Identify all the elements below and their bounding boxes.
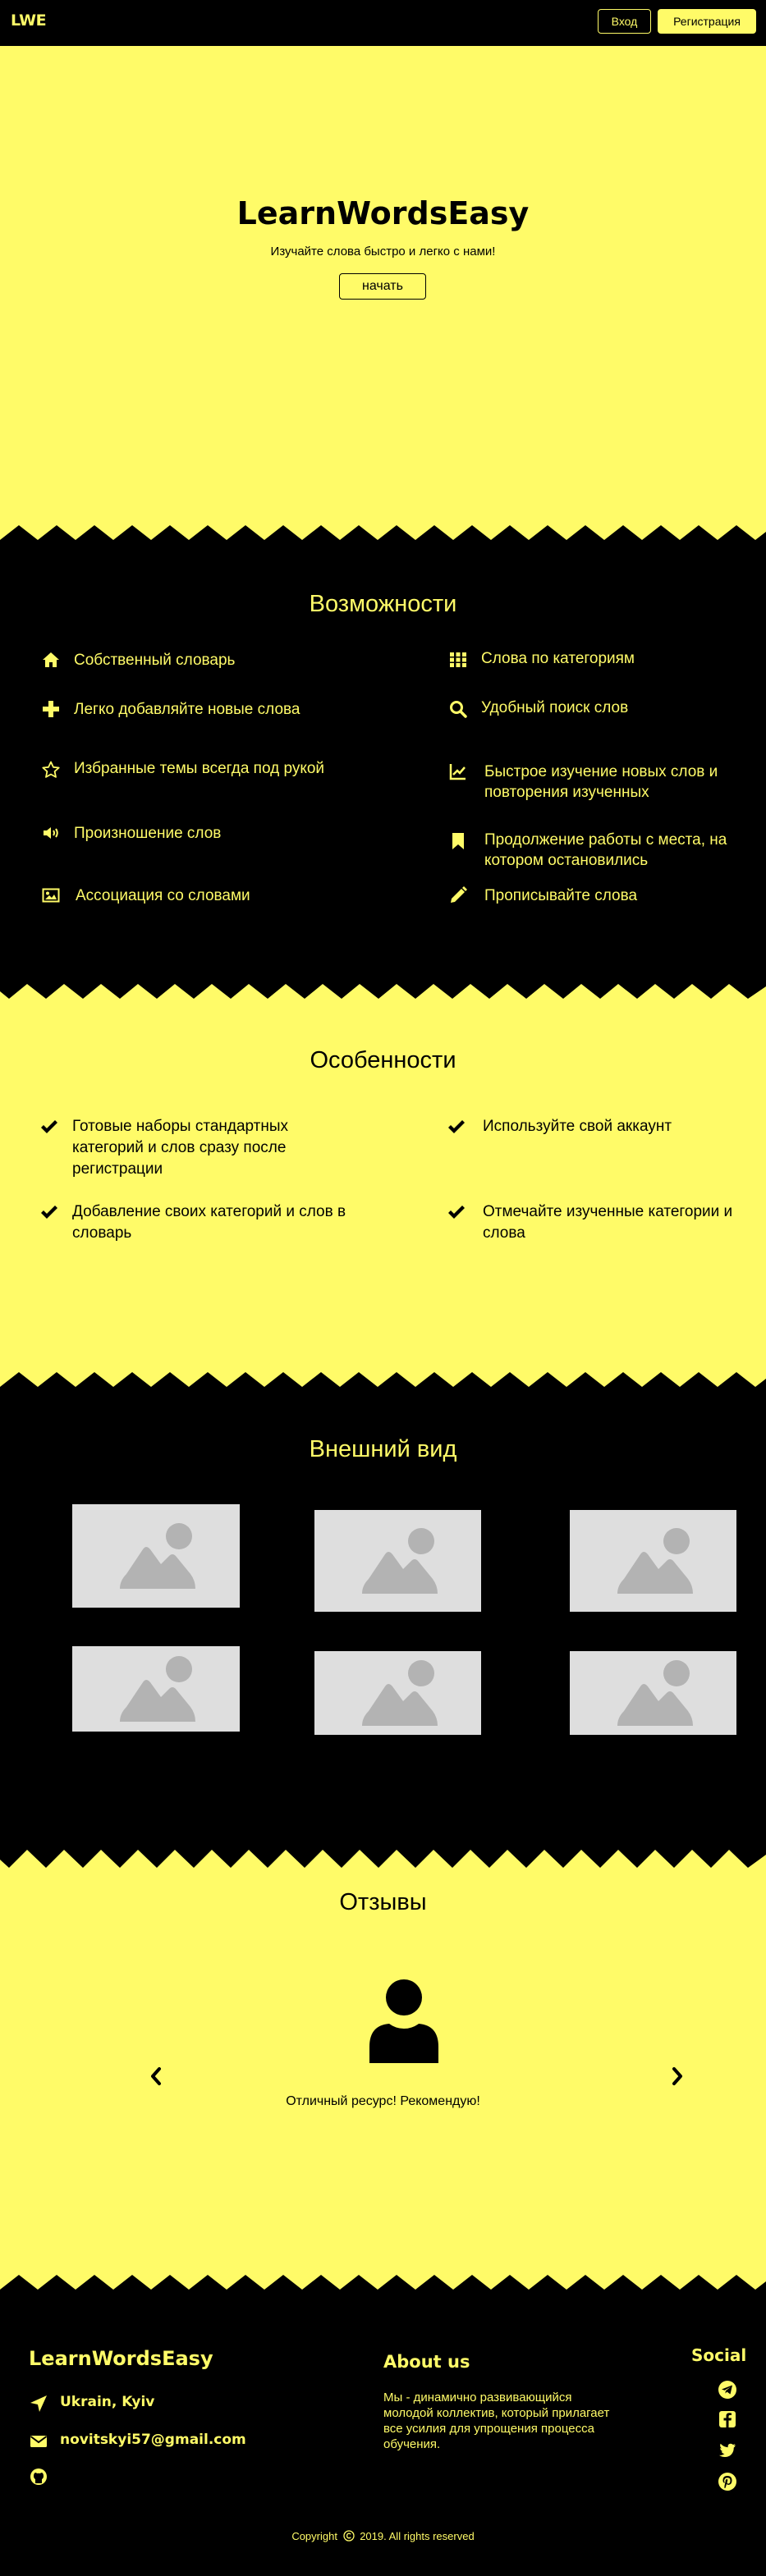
features-title: Возможности [309,591,457,617]
screenshot-thumbnail[interactable] [570,1651,736,1735]
review-text: Отличный ресурс! Рекомендую! [286,2094,480,2108]
volume-icon [44,827,58,839]
star-icon [42,761,60,778]
zigzag-divider [0,525,766,562]
feature-label: Собственный словарь [74,652,236,669]
chevron-right-icon[interactable] [671,2066,684,2086]
search-icon [450,701,467,718]
reviews-title: Отзывы [339,1889,427,1915]
pencil-icon [451,886,467,903]
image-placeholder-icon [617,1660,693,1726]
feature-label: Быстрое изучение новых слов и повторения… [484,763,718,801]
grid-icon [450,652,466,667]
copyright-suffix: 2019. All rights reserved [360,2530,475,2542]
copyright-icon [342,2530,355,2542]
footer-brand: LearnWordsEasy [29,2347,213,2370]
feature-label: Ассоциация со словами [76,887,250,904]
envelope-icon [30,2436,48,2447]
zigzag-divider [0,1822,766,1868]
home-icon [43,652,59,667]
about-text: Мы - динамично развивающийся молодой кол… [383,2391,610,2451]
plus-icon [43,701,59,717]
feature-label: Легко добавляйте новые слова [74,701,300,718]
social-title: Social [691,2345,747,2365]
screenshot-thumbnail[interactable] [72,1504,240,1608]
about-title: About us [383,2352,470,2372]
chevron-left-icon[interactable] [149,2066,163,2086]
peculiarity-label: Готовые наборы стандартных категорий и с… [72,1118,289,1178]
image-placeholder-icon [361,1528,438,1594]
chart-line-icon [449,764,466,780]
check-icon [41,1206,57,1219]
logo[interactable]: LWE [11,11,47,30]
feature-label: Удобный поиск слов [481,699,629,716]
twitter-icon[interactable] [718,2441,737,2460]
start-button[interactable]: начать [339,273,426,300]
bookmark-icon [452,833,464,849]
screenshot-thumbnail[interactable] [72,1646,240,1732]
pinterest-icon[interactable] [718,2472,737,2491]
peculiarity-label: Отмечайте изученные категории и слова [483,1203,733,1242]
peculiarity-label: Добавление своих категорий и слов в слов… [72,1203,346,1242]
feature-label: Слова по категориям [481,650,635,667]
peculiarities-title: Особенности [310,1047,456,1073]
zigzag-divider [0,2275,766,2309]
location-label: Ukrain, Kyiv [60,2394,155,2410]
copyright-prefix: Copyright [291,2530,337,2542]
image-placeholder-icon [120,1656,195,1722]
copyright: Copyright 2019. All rights reserved [0,2530,766,2542]
appearance-section [0,1408,766,1823]
image-placeholder-icon [120,1523,195,1589]
email-label[interactable]: novitskyi57@gmail.com [60,2432,246,2448]
appearance-title: Внешний вид [309,1436,457,1462]
image-placeholder-icon [361,1660,438,1726]
screenshot-thumbnail[interactable] [314,1510,481,1612]
image-placeholder-icon [617,1528,693,1594]
telegram-icon[interactable] [718,2380,737,2400]
register-button[interactable]: Регистрация [658,9,756,34]
feature-label: Произношение слов [74,825,222,842]
location-arrow-icon [30,2395,47,2412]
feature-label: Прописывайте слова [484,887,638,904]
feature-label: Избранные темы всегда под рукой [74,760,325,777]
screenshot-thumbnail[interactable] [570,1510,736,1612]
check-icon [41,1120,57,1133]
screenshot-thumbnail[interactable] [314,1651,481,1735]
zigzag-divider [0,1372,766,1409]
navbar: LWE Вход Регистрация [0,0,766,46]
peculiarity-label: Используйте свой аккаунт [483,1118,672,1135]
feature-label: Продолжение работы с места, на котором о… [484,831,727,869]
facebook-icon[interactable] [718,2409,737,2429]
hero-title: LearnWordsEasy [236,195,530,231]
check-icon [448,1120,465,1133]
github-icon[interactable] [29,2467,48,2487]
image-icon [42,888,60,903]
hero-subtitle: Изучайте слова быстро и легко с нами! [270,245,496,259]
zigzag-divider [0,962,766,999]
user-icon [369,1979,438,2063]
check-icon [448,1206,465,1219]
login-button[interactable]: Вход [598,9,651,34]
